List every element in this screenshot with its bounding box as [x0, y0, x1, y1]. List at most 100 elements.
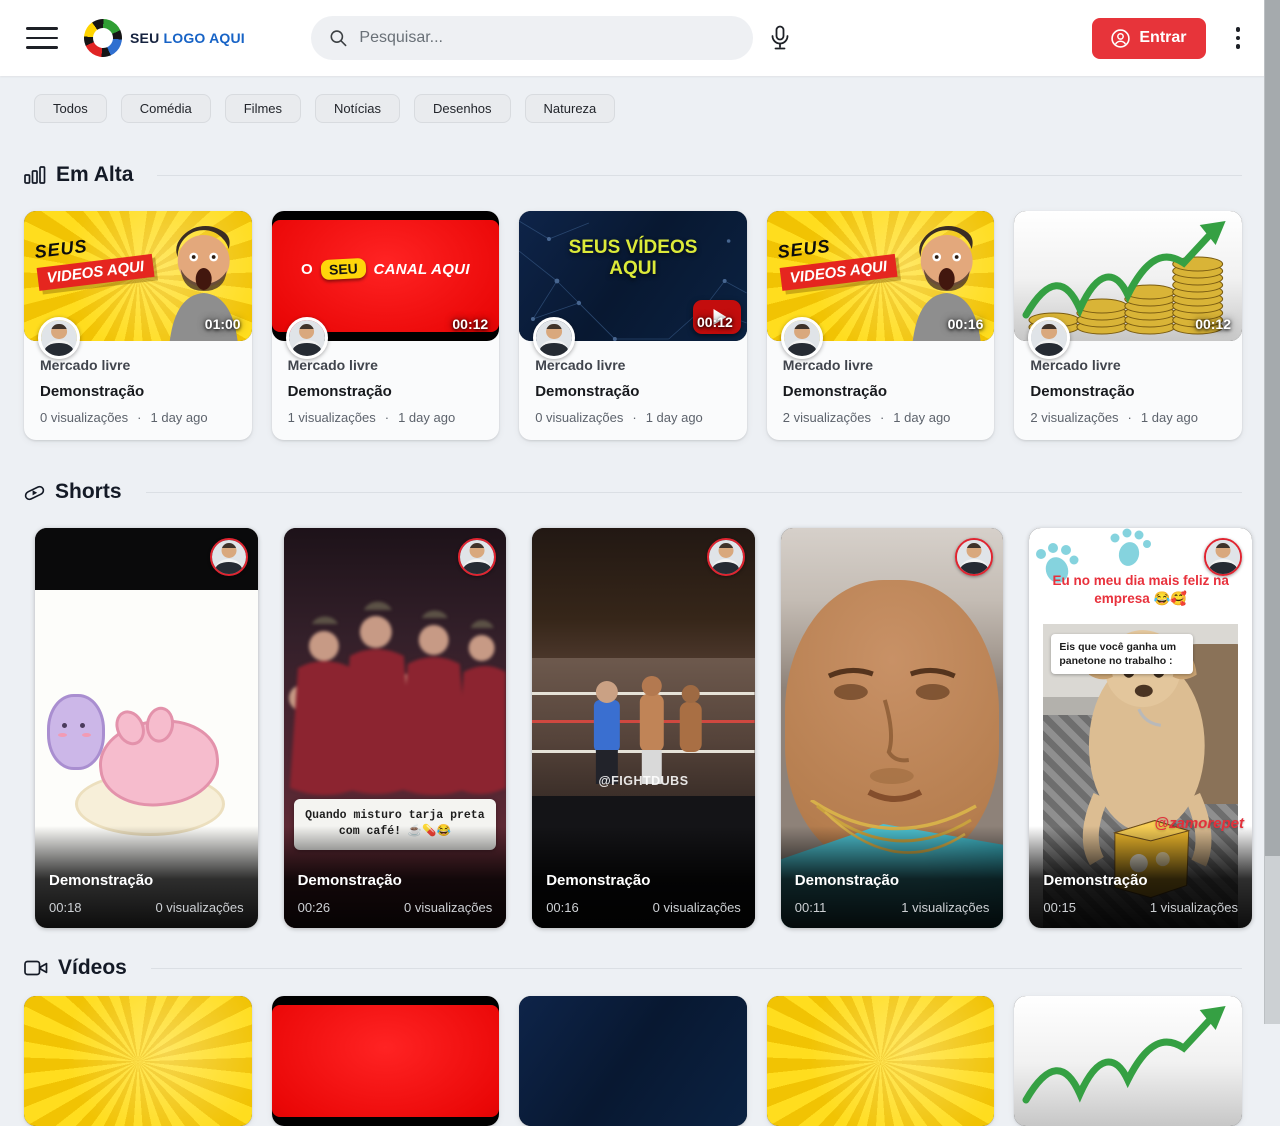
bar-chart-icon: [24, 165, 46, 185]
short-meta: Demonstração 00:15 1 visualizações: [1029, 826, 1252, 928]
video-thumbnail[interactable]: [1014, 996, 1242, 1126]
voice-search-button[interactable]: [769, 25, 791, 51]
short-title: Demonstração: [546, 872, 741, 889]
video-age: 1 day ago: [1141, 410, 1198, 425]
chip-filmes[interactable]: Filmes: [225, 94, 301, 123]
video-stats: 2 visualizações · 1 day ago: [1030, 410, 1226, 425]
videos-grid: [24, 996, 1242, 1126]
short-caption: Eis que você ganha um panetone no trabal…: [1051, 634, 1193, 674]
section-title-trending: Em Alta: [56, 163, 133, 187]
video-age: 1 day ago: [398, 410, 455, 425]
watermark: @FIGHTDUBS: [532, 774, 755, 788]
logo[interactable]: SEU LOGO AQUI: [84, 19, 245, 57]
section-header-videos: Vídeos: [24, 956, 1242, 980]
short-meta: Demonstração 00:16 0 visualizações: [532, 826, 755, 928]
thumb-art: [47, 694, 105, 770]
microphone-icon: [769, 25, 791, 51]
signin-label: Entrar: [1139, 29, 1186, 47]
dot-separator: ·: [1128, 410, 1132, 425]
channel-avatar[interactable]: [707, 538, 745, 576]
video-age: 1 day ago: [893, 410, 950, 425]
channel-avatar[interactable]: [210, 538, 248, 576]
thumb-art: [272, 1005, 500, 1117]
video-card: [519, 996, 747, 1126]
video-title[interactable]: Demonstração: [40, 383, 236, 400]
signin-button[interactable]: Entrar: [1092, 18, 1205, 59]
scrollbar-track[interactable]: [1264, 0, 1280, 1024]
thumb-text-badge: SEU: [320, 258, 366, 280]
short-views: 0 visualizações: [404, 900, 492, 915]
video-thumbnail[interactable]: [767, 996, 995, 1126]
short-card[interactable]: Demonstração 00:11 1 visualizações: [781, 528, 1004, 928]
chip-comedia[interactable]: Comédia: [121, 94, 211, 123]
logo-text: SEU LOGO AQUI: [130, 30, 245, 46]
chip-natureza[interactable]: Natureza: [525, 94, 616, 123]
thumb-art: [519, 996, 747, 1126]
video-title[interactable]: Demonstração: [1030, 383, 1226, 400]
channel-avatar[interactable]: [533, 317, 575, 359]
short-top-caption: Eu no meu dia mais feliz na empresa 😂🥰: [1039, 572, 1242, 607]
channel-avatar[interactable]: [781, 317, 823, 359]
duration-badge: 00:12: [697, 314, 733, 330]
video-stats: 0 visualizações · 1 day ago: [40, 410, 236, 425]
short-card[interactable]: @FIGHTDUBS Demonstração 00:16 0 visualiz…: [532, 528, 755, 928]
short-title: Demonstração: [1043, 872, 1238, 889]
short-card[interactable]: Quando misturo tarja preta com café! ☕💊😂…: [284, 528, 507, 928]
dot-separator: ·: [632, 410, 636, 425]
channel-avatar[interactable]: [38, 317, 80, 359]
section-divider: [157, 175, 1242, 176]
hamburger-menu-icon[interactable]: [26, 27, 58, 49]
search-icon: [329, 28, 348, 48]
channel-avatar[interactable]: [458, 538, 496, 576]
video-title[interactable]: Demonstração: [783, 383, 979, 400]
chip-todos[interactable]: Todos: [34, 94, 107, 123]
top-header: SEU LOGO AQUI Entrar: [0, 0, 1280, 76]
section-divider: [146, 492, 1242, 493]
channel-name[interactable]: Mercado livre: [40, 357, 236, 373]
section-header-shorts: Shorts: [24, 480, 1242, 504]
channel-name[interactable]: Mercado livre: [535, 357, 731, 373]
duration-badge: 00:12: [452, 316, 488, 332]
search-bar[interactable]: [311, 16, 753, 60]
video-thumbnail[interactable]: [519, 996, 747, 1126]
thumb-art: [24, 996, 252, 1126]
logo-shutter-icon: [77, 12, 130, 65]
short-views: 1 visualizações: [1150, 900, 1238, 915]
shorts-icon: [24, 481, 45, 503]
section-header-trending: Em Alta: [24, 163, 1242, 187]
video-thumbnail[interactable]: [24, 996, 252, 1126]
dot-separator: ·: [880, 410, 884, 425]
more-options-kebab-icon[interactable]: [1236, 27, 1241, 49]
short-card[interactable]: Eu no meu dia mais feliz na empresa 😂🥰: [1029, 528, 1252, 928]
channel-avatar[interactable]: [286, 317, 328, 359]
chip-desenhos[interactable]: Desenhos: [414, 94, 511, 123]
channel-name[interactable]: Mercado livre: [783, 357, 979, 373]
search-input[interactable]: [359, 29, 735, 47]
short-card[interactable]: Demonstração 00:18 0 visualizações: [35, 528, 258, 928]
dot-separator: ·: [137, 410, 141, 425]
short-views: 0 visualizações: [155, 900, 243, 915]
short-meta: Demonstração 00:11 1 visualizações: [781, 826, 1004, 928]
chip-noticias[interactable]: Notícias: [315, 94, 400, 123]
video-title[interactable]: Demonstração: [288, 383, 484, 400]
view-count: 1 visualizações: [288, 410, 376, 425]
video-card: O SEU CANAL AQUI 00:12 Mercado livre Dem…: [272, 211, 500, 440]
channel-name[interactable]: Mercado livre: [1030, 357, 1226, 373]
short-title: Demonstração: [49, 872, 244, 889]
section-title-videos: Vídeos: [58, 956, 127, 980]
duration-badge: 01:00: [205, 316, 241, 332]
short-title: Demonstração: [795, 872, 990, 889]
channel-name[interactable]: Mercado livre: [288, 357, 484, 373]
short-duration: 00:18: [49, 900, 82, 915]
view-count: 0 visualizações: [40, 410, 128, 425]
watermark: @zamorepet: [1154, 815, 1244, 832]
section-divider: [151, 968, 1242, 969]
video-card: [767, 996, 995, 1126]
video-title[interactable]: Demonstração: [535, 383, 731, 400]
thumb-text: CANAL AQUI: [373, 261, 469, 278]
channel-avatar[interactable]: [1204, 538, 1242, 576]
video-stats: 1 visualizações · 1 day ago: [288, 410, 484, 425]
thumb-text: SEUS VÍDEOS AQUI: [519, 237, 747, 280]
video-thumbnail[interactable]: [272, 996, 500, 1126]
scrollbar-thumb[interactable]: [1265, 0, 1280, 856]
